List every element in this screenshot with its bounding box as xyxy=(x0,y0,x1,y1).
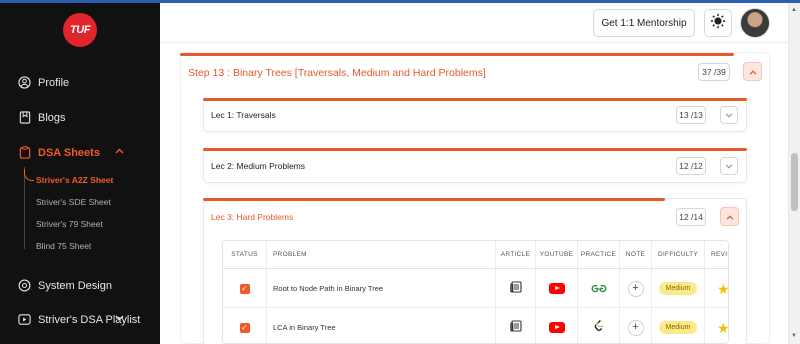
sidebar-item-dsa-playlist[interactable]: Striver's DSA Playlist xyxy=(18,313,142,326)
lecture-expand-button-1[interactable] xyxy=(720,106,738,124)
theme-toggle-button[interactable] xyxy=(704,9,732,37)
problem-name[interactable]: Root to Node Path in Binary Tree xyxy=(267,269,496,308)
column-header-status: STATUS xyxy=(223,241,267,269)
chevron-up-icon xyxy=(115,146,124,157)
lecture-title-2[interactable]: Lec 2: Medium Problems xyxy=(211,161,305,171)
sheet-tree-line xyxy=(24,167,25,249)
column-header-youtube: YOUTUBE xyxy=(536,241,578,269)
column-header-note: NOTE xyxy=(620,241,652,269)
table-row: ✓ Root to Node Path in Binary Tree + Med… xyxy=(223,269,728,308)
lecture-progress-count-2: 12 /12 xyxy=(676,157,706,175)
top-header: Get 1:1 Mentorship xyxy=(160,3,788,43)
scroll-up-arrow-icon[interactable]: ▲ xyxy=(791,7,797,13)
note-cell: + xyxy=(620,308,652,343)
star-icon[interactable]: ★ xyxy=(717,321,728,335)
sidebar: TUF Profile Blogs DSA Sheets Striver's A… xyxy=(0,3,160,344)
youtube-icon[interactable] xyxy=(548,283,565,294)
chevron-down-icon xyxy=(725,110,733,120)
problem-name[interactable]: LCA in Binary Tree xyxy=(267,308,496,343)
lecture-progress-count-3: 12 /14 xyxy=(676,208,706,226)
article-icon[interactable] xyxy=(509,319,522,337)
star-icon[interactable]: ★ xyxy=(717,282,728,296)
mentorship-button[interactable]: Get 1:1 Mentorship xyxy=(593,9,695,37)
sheet-item-79[interactable]: Striver's 79 Sheet xyxy=(36,219,103,229)
column-header-revision: REVIS xyxy=(705,241,728,269)
step-collapse-button[interactable] xyxy=(743,62,762,81)
status-cell: ✓ xyxy=(223,269,267,308)
youtube-cell xyxy=(536,269,578,308)
table-row: ✓ LCA in Binary Tree + Medium ★ xyxy=(223,308,728,343)
lecture-collapse-button-3[interactable] xyxy=(720,207,739,226)
scroll-thumb[interactable] xyxy=(791,153,798,211)
status-checkbox[interactable]: ✓ xyxy=(239,322,250,333)
geeksforgeeks-icon[interactable] xyxy=(591,280,607,298)
bookmark-icon xyxy=(18,111,31,124)
article-icon[interactable] xyxy=(509,280,522,298)
difficulty-cell: Medium xyxy=(652,269,705,308)
sheet-item-blind-75[interactable]: Blind 75 Sheet xyxy=(36,241,91,251)
article-cell xyxy=(496,308,536,343)
difficulty-badge: Medium xyxy=(658,321,698,334)
lecture-title-1[interactable]: Lec 1: Traversals xyxy=(211,110,276,120)
sidebar-item-label: Profile xyxy=(38,76,70,89)
article-cell xyxy=(496,269,536,308)
column-header-problem: PROBLEM xyxy=(267,241,496,269)
practice-cell xyxy=(578,308,620,343)
lecture-progress-bar-1 xyxy=(203,98,747,101)
add-note-icon[interactable]: + xyxy=(627,319,644,336)
clipboard-icon xyxy=(18,146,31,159)
chevron-down-icon xyxy=(725,161,733,171)
sheet-item-sde[interactable]: Striver's SDE Sheet xyxy=(36,197,111,207)
problems-table: STATUS PROBLEM ARTICLE YOUTUBE PRACTICE … xyxy=(222,240,729,344)
play-icon xyxy=(18,313,31,326)
sheet-tree-connector xyxy=(24,169,34,181)
page-scrollbar[interactable]: ▲ ▼ xyxy=(788,3,800,344)
step-progress-count: 37 /39 xyxy=(698,63,730,81)
chevron-up-icon xyxy=(749,67,757,77)
lecture-title-3[interactable]: Lec 3: Hard Problems xyxy=(211,212,293,222)
youtube-cell xyxy=(536,308,578,343)
column-header-difficulty: DIFFICULTY xyxy=(652,241,705,269)
step-title[interactable]: Step 13 : Binary Trees [Traversals, Medi… xyxy=(188,67,486,79)
leetcode-icon[interactable] xyxy=(593,319,605,337)
sidebar-item-label: System Design xyxy=(38,279,112,292)
sidebar-item-label: Blogs xyxy=(38,111,66,124)
sidebar-item-profile[interactable]: Profile xyxy=(18,76,69,89)
difficulty-badge: Medium xyxy=(658,282,698,295)
scroll-down-arrow-icon[interactable]: ▼ xyxy=(791,333,797,339)
user-avatar[interactable] xyxy=(740,8,770,38)
youtube-icon[interactable] xyxy=(548,322,565,333)
sheet-item-a2z[interactable]: Striver's A2Z Sheet xyxy=(36,175,113,185)
sidebar-item-system-design[interactable]: System Design xyxy=(18,279,112,292)
chevron-up-icon xyxy=(726,212,734,222)
lecture-progress-bar-2 xyxy=(203,148,747,151)
lecture-progress-count-1: 13 /13 xyxy=(676,106,706,124)
column-header-practice: PRACTICE xyxy=(578,241,620,269)
note-cell: + xyxy=(620,269,652,308)
lecture-card-1 xyxy=(203,98,747,132)
status-cell: ✓ xyxy=(223,308,267,343)
revision-cell: ★ xyxy=(705,269,728,308)
sidebar-item-blogs[interactable]: Blogs xyxy=(18,111,66,124)
sidebar-item-dsa-sheets[interactable]: DSA Sheets xyxy=(18,146,142,159)
tuf-logo[interactable]: TUF xyxy=(63,13,97,47)
difficulty-cell: Medium xyxy=(652,308,705,343)
status-checkbox[interactable]: ✓ xyxy=(239,283,250,294)
sidebar-item-label: DSA Sheets xyxy=(38,146,100,159)
gear-icon xyxy=(18,279,31,292)
sun-icon xyxy=(710,13,726,34)
add-note-icon[interactable]: + xyxy=(627,280,644,297)
chevron-down-icon xyxy=(115,313,124,324)
user-circle-icon xyxy=(18,76,31,89)
practice-cell xyxy=(578,269,620,308)
lecture-progress-bar-3 xyxy=(203,198,665,201)
column-header-article: ARTICLE xyxy=(496,241,536,269)
revision-cell: ★ xyxy=(705,308,728,343)
sidebar-item-label: Striver's DSA Playlist xyxy=(38,313,141,326)
lecture-expand-button-2[interactable] xyxy=(720,157,738,175)
step-progress-bar xyxy=(180,53,734,56)
